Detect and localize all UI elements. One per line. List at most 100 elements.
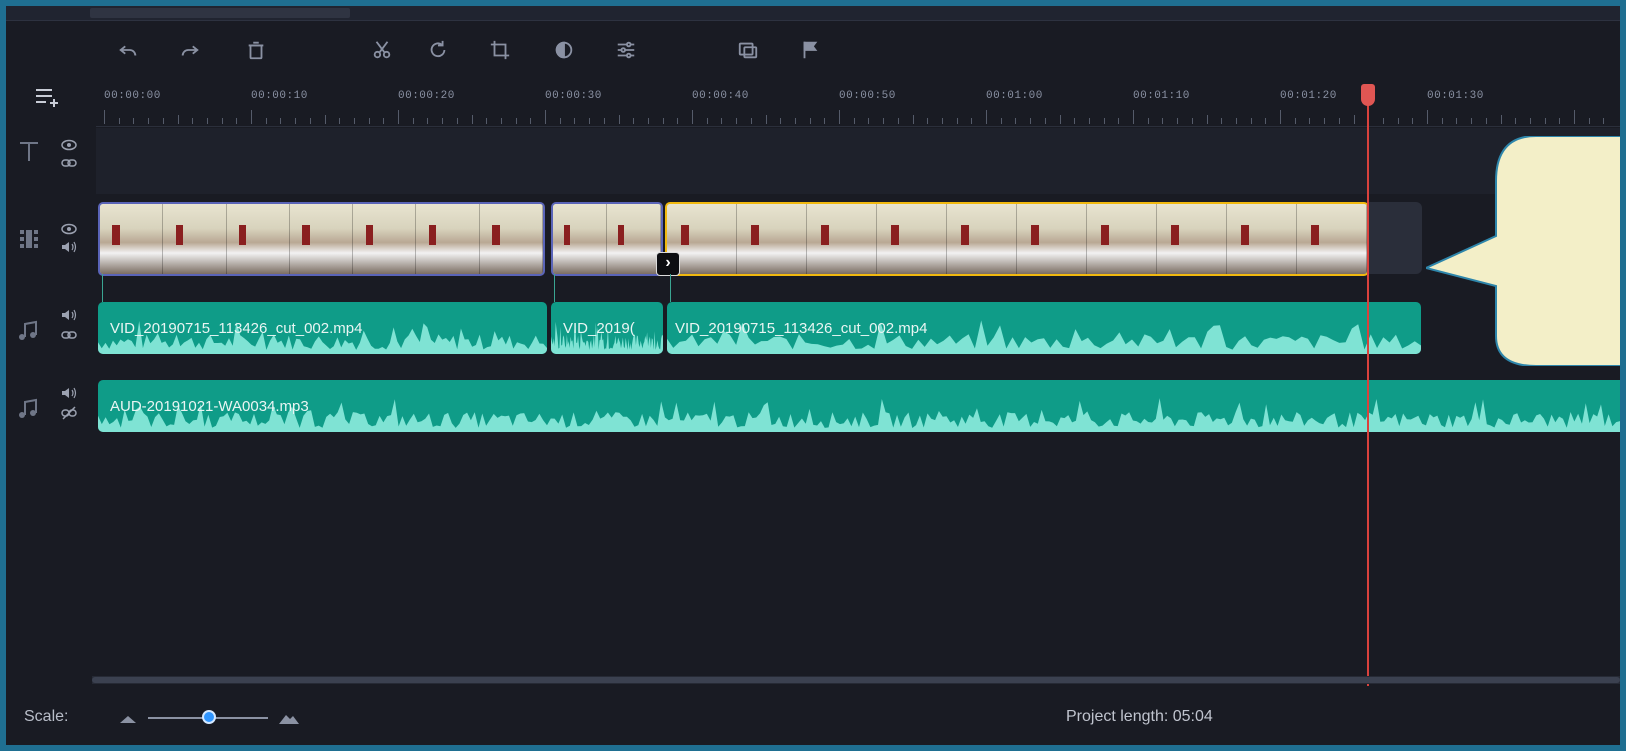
ruler-time-label: 00:00:40	[692, 90, 749, 102]
ruler-tick	[1529, 118, 1531, 124]
video-clip-2[interactable]	[551, 202, 663, 276]
delete-icon[interactable]	[242, 36, 270, 64]
audio-clip-3[interactable]: VID_20190715_113426_cut_002.mp4	[667, 302, 1421, 354]
ruler-time-label: 00:00:50	[839, 90, 896, 102]
ruler-tick	[589, 118, 591, 124]
ruler-tick	[868, 118, 870, 124]
text-track-lane[interactable]	[96, 128, 1620, 194]
link-icon[interactable]	[60, 156, 78, 170]
ruler-tick	[177, 115, 179, 124]
eye-icon[interactable]	[60, 138, 78, 152]
ruler-tick	[280, 118, 282, 124]
top-scroll-thumb[interactable]	[90, 8, 350, 18]
clip-link-line	[102, 274, 103, 302]
audio-clip-2[interactable]: VID_2019(	[551, 302, 663, 354]
clip-properties-icon[interactable]	[612, 36, 640, 64]
ruler-time-label: 00:00:20	[398, 90, 455, 102]
video-track-icon	[20, 230, 38, 248]
top-scrollbar[interactable]	[6, 6, 1620, 21]
zoom-scale-slider[interactable]	[118, 706, 304, 730]
zoom-out-icon[interactable]	[118, 712, 138, 724]
music-note-icon	[19, 320, 37, 340]
time-ruler[interactable]: 00:00:00 00:00:10 00:00:20 00:00:30 00:00:40…	[96, 80, 1620, 127]
eye-icon[interactable]	[60, 222, 78, 236]
ruler-tick	[780, 118, 782, 124]
playhead-handle[interactable]	[1361, 84, 1375, 106]
ruler-tick	[162, 118, 164, 124]
track-headers	[6, 126, 92, 686]
ruler-tick	[353, 118, 355, 124]
ruler-tick	[1250, 118, 1252, 124]
ruler-tick	[1603, 118, 1605, 124]
color-adjust-icon[interactable]	[550, 36, 578, 64]
ruler-tick	[1191, 118, 1193, 124]
ruler-tick	[1397, 118, 1399, 124]
crop-icon[interactable]	[486, 36, 514, 64]
speaker-icon[interactable]	[60, 386, 78, 400]
video-clip-1[interactable]	[98, 202, 545, 276]
ruler-tick	[1015, 118, 1017, 124]
ruler-tick	[1456, 118, 1458, 124]
ruler-tick	[1235, 118, 1237, 124]
zoom-in-icon[interactable]	[278, 711, 300, 725]
slider-knob[interactable]	[202, 710, 216, 724]
ruler-tick	[809, 118, 811, 124]
ruler-time-label: 00:01:10	[1133, 90, 1190, 102]
rotate-icon[interactable]	[424, 36, 452, 64]
ruler-tick	[971, 118, 973, 124]
audio-waveform	[98, 398, 1620, 432]
ruler-tick	[383, 118, 385, 124]
ruler-tick	[1309, 118, 1311, 124]
audio-clip-1[interactable]: VID_20190715_113426_cut_002.mp4	[98, 302, 547, 354]
ruler-tick	[1177, 118, 1179, 124]
ruler-time-label: 00:00:00	[104, 90, 161, 102]
ruler-tick	[662, 118, 664, 124]
ruler-tick	[603, 118, 605, 124]
ruler-tick	[118, 118, 120, 124]
scrollbar-thumb[interactable]	[92, 677, 1620, 683]
transition-icon[interactable]: ›	[656, 252, 680, 276]
ruler-tick	[1588, 118, 1590, 124]
undo-icon[interactable]	[114, 36, 142, 64]
ruler-tick	[1118, 118, 1120, 124]
ruler-tick	[956, 118, 958, 124]
ruler-tick	[559, 118, 561, 124]
ruler-tick	[412, 118, 414, 124]
speaker-icon[interactable]	[60, 240, 78, 254]
ruler-tick	[1427, 110, 1428, 124]
ruler-tick	[986, 110, 987, 124]
ruler-tick	[148, 118, 150, 124]
link-icon[interactable]	[60, 328, 78, 342]
ruler-tick	[1441, 118, 1443, 124]
ruler-tick	[192, 118, 194, 124]
overlay-icon[interactable]	[734, 36, 762, 64]
add-track-icon[interactable]	[32, 84, 64, 110]
music-clip-label: AUD-20191021-WA0034.mp3	[110, 398, 309, 415]
project-length: Project length: 05:04	[1066, 708, 1213, 725]
ruler-tick	[339, 118, 341, 124]
clip-thumbnails	[667, 204, 1367, 274]
marker-flag-icon[interactable]	[796, 36, 824, 64]
timeline-footer: Scale: Project length: 05:04	[6, 692, 1620, 745]
ruler-tick	[456, 118, 458, 124]
ruler-tick	[1412, 118, 1414, 124]
ruler-tick	[1353, 115, 1355, 124]
ruler-time-label: 00:01:30	[1427, 90, 1484, 102]
music-clip[interactable]: AUD-20191021-WA0034.mp3	[98, 380, 1620, 432]
horizontal-scrollbar[interactable]	[92, 676, 1620, 684]
track-end-region	[1368, 202, 1422, 274]
playhead-line	[1367, 86, 1369, 686]
ruler-tick	[500, 118, 502, 124]
video-clip-3-selected[interactable]	[665, 202, 1369, 276]
unlink-icon[interactable]	[60, 406, 78, 420]
ruler-tick	[883, 118, 885, 124]
timeline-panel: 00:00:00 00:00:10 00:00:20 00:00:30 00:00:40…	[6, 6, 1620, 745]
cut-icon[interactable]	[368, 36, 396, 64]
clip-link-line	[554, 274, 555, 302]
ruler-tick	[486, 118, 488, 124]
speaker-icon[interactable]	[60, 308, 78, 322]
audio-clip-label: VID_20190715_113426_cut_002.mp4	[675, 320, 928, 337]
ruler-time-label: 00:00:30	[545, 90, 602, 102]
ruler-tick	[927, 118, 929, 124]
redo-icon[interactable]	[176, 36, 204, 64]
